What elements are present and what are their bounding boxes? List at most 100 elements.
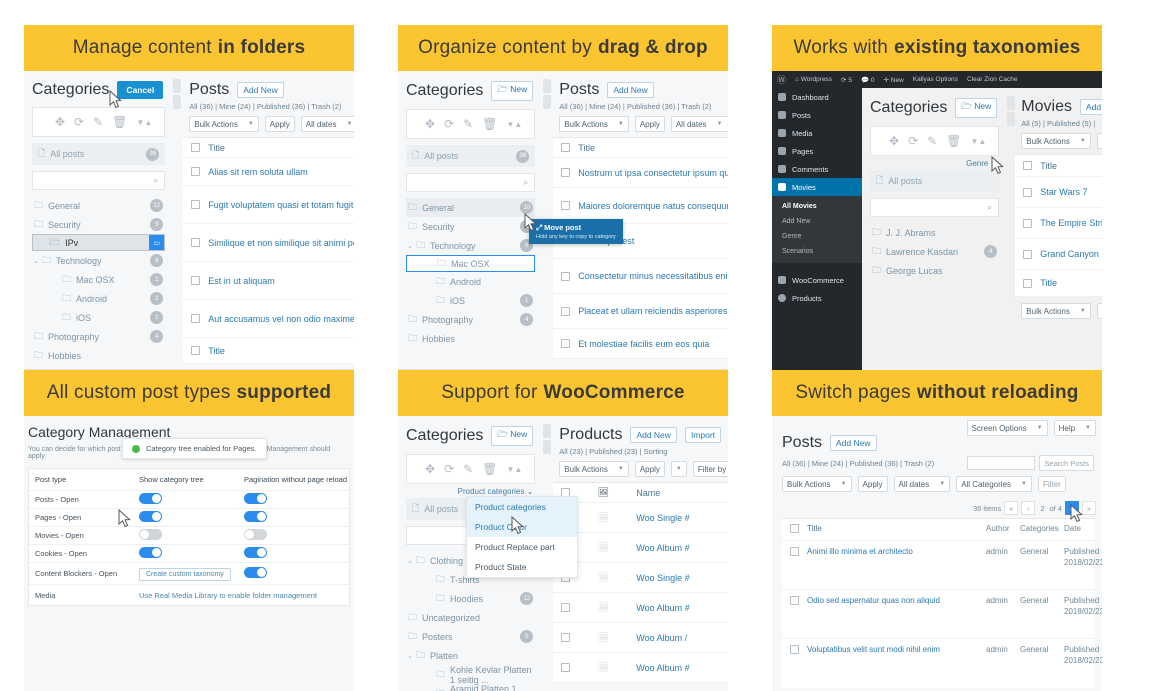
post-title-link[interactable]: Fugit voluptatem quasi et totam fugit (208, 200, 353, 210)
table-row[interactable]: Similique et non similique sit animi per… (183, 224, 354, 262)
row-checkbox[interactable] (191, 238, 201, 247)
movie-title-link[interactable]: Star Wars 7 (1040, 187, 1087, 197)
movie-title-link[interactable]: The Empire Stri (1040, 218, 1102, 228)
import-button[interactable]: Import (684, 427, 722, 443)
select-all-checkbox[interactable] (790, 524, 799, 533)
tree-item[interactable]: 🗀 Posters 5 (406, 627, 535, 646)
extra-select[interactable]: ▼ (670, 461, 687, 477)
all-dates-select[interactable]: All dates ▼ (670, 116, 728, 132)
column-author[interactable]: Author (986, 524, 1020, 535)
table-row[interactable]: 🖼 Woo Album # (553, 593, 728, 623)
row-checkbox[interactable] (561, 633, 571, 642)
post-author[interactable]: admin (986, 596, 1020, 632)
row-checkbox[interactable] (191, 276, 201, 285)
table-row[interactable]: Et molestiae facilis eum eos quia (553, 329, 728, 359)
delete-icon[interactable]: 🗑 (112, 115, 127, 129)
show-tree-toggle[interactable] (139, 547, 162, 558)
add-new-button[interactable]: Add New (830, 435, 877, 451)
page-number[interactable]: 2 (1038, 504, 1046, 513)
delete-icon[interactable]: 🗑 (482, 117, 497, 131)
post-category[interactable]: General (1020, 547, 1064, 583)
sidebar-item-media[interactable]: Media (772, 124, 862, 142)
tree-item-editing[interactable]: 🗁 IPv ▭ (32, 234, 166, 251)
apply-button[interactable]: A (1096, 133, 1102, 149)
apply-button[interactable]: Apply (264, 116, 295, 132)
pane-resizer[interactable] (173, 79, 182, 109)
tree-item[interactable]: 🗀 Kohle Kevlar Platten 1 seitig ... (406, 665, 535, 685)
table-row[interactable]: 🖼 Woo Single # (553, 563, 728, 593)
edit-icon[interactable]: ✎ (927, 134, 937, 148)
show-tree-toggle[interactable] (139, 529, 162, 540)
post-title-link[interactable]: Odio sed aspernatur quas non aliquid (807, 596, 986, 632)
tree-item[interactable]: ⌄ 🗀 Technology 6 (406, 236, 535, 255)
refresh-icon[interactable]: ⟳ (74, 115, 84, 129)
column-title[interactable]: Title (807, 524, 986, 535)
product-name-link[interactable]: Woo Album # (636, 543, 689, 553)
column-title[interactable]: Title (1040, 161, 1057, 171)
tree-item-input-value[interactable]: IPv (65, 238, 78, 248)
table-row[interactable]: Fugit voluptatem quasi et totam fugit (183, 186, 354, 224)
post-title-link[interactable]: Aut accusamus vel non odio maxime qua (208, 314, 354, 324)
table-row[interactable]: Nostrum ut ipsa consectetur ipsum quia (553, 158, 728, 188)
table-row[interactable]: Voluptatibus velit sunt modi nihil enim … (782, 639, 1102, 688)
bulk-actions-select[interactable]: Bulk Actions ▼ (782, 476, 852, 492)
row-checkbox[interactable] (561, 603, 571, 612)
sidebar-item-woocommerce[interactable]: WooCommerce (772, 271, 862, 289)
apply-button-footer[interactable]: A (1096, 303, 1102, 319)
category-search-input[interactable]: ⌕ (406, 173, 536, 192)
post-author[interactable]: admin (986, 547, 1020, 583)
tree-item[interactable]: 🗀 Security 9 (32, 215, 165, 234)
dropdown-item-product-state[interactable]: Product State (467, 557, 577, 577)
row-checkbox[interactable] (790, 644, 799, 654)
tree-item[interactable]: 🗀 Hobbies (32, 346, 165, 365)
posts-status-links[interactable]: All (36) | Mine (24) | Published (36) | … (553, 102, 728, 116)
pagination-toggle[interactable] (244, 529, 267, 540)
bulk-actions-select[interactable]: Bulk Actions ▼ (559, 461, 629, 477)
first-page-button[interactable]: « (1004, 501, 1019, 515)
row-checkbox[interactable] (191, 314, 201, 323)
sidebar-item-dashboard[interactable]: Dashboard (772, 88, 862, 106)
select-all-checkbox[interactable] (561, 143, 571, 152)
post-title-link[interactable]: Et molestiae facilis eum eos quia (578, 339, 709, 349)
product-name-link[interactable]: Woo Single # (636, 573, 689, 583)
all-categories-select[interactable]: All Categories ▼ (956, 476, 1032, 492)
apply-button[interactable]: Apply (634, 461, 665, 477)
row-checkbox[interactable] (790, 546, 799, 556)
pane-resizer[interactable] (543, 424, 552, 454)
table-row[interactable]: Odio sed aspernatur quas non aliquid adm… (782, 590, 1102, 639)
column-title[interactable]: Title (208, 346, 225, 356)
table-row[interactable]: 🖼 Woo Album / (553, 623, 728, 653)
row-checkbox[interactable] (561, 306, 571, 316)
edit-icon[interactable]: ✎ (93, 115, 103, 129)
tree-item[interactable]: 🗀 Android 2 (32, 289, 165, 308)
table-row[interactable]: Aut accusamus vel non odio maxime qua (183, 300, 354, 338)
all-dates-select[interactable]: All dates ▼ (893, 476, 951, 492)
bulk-actions-select[interactable]: Bulk Actions ▼ (1021, 133, 1091, 149)
chevron-down-icon[interactable]: ⌄ (407, 242, 413, 250)
apply-button[interactable]: Apply (857, 476, 888, 492)
chevron-down-icon[interactable]: ⌄ (407, 557, 413, 565)
sort-icon[interactable]: ▼▲ (136, 118, 152, 127)
all-posts-item[interactable]: 🗋 All posts (870, 170, 1000, 192)
post-title-link[interactable]: Similique et non similique sit animi per… (208, 238, 354, 248)
row-checkbox[interactable] (1023, 249, 1033, 259)
movies-status-links[interactable]: All (5) | Published (5) | (1015, 119, 1102, 133)
updates-count[interactable]: ⟳ 5 (841, 76, 852, 84)
table-row[interactable]: Consectetur minus necessitatibus enim (553, 259, 728, 294)
pane-resizer[interactable] (1007, 96, 1016, 126)
row-checkbox[interactable] (1023, 187, 1033, 197)
refresh-icon[interactable]: ⟳ (444, 117, 454, 131)
edit-icon[interactable]: ✎ (463, 462, 473, 476)
column-name[interactable]: Name (636, 488, 660, 498)
column-date[interactable]: Date (1064, 524, 1094, 535)
move-icon[interactable]: ✥ (889, 134, 899, 148)
table-row[interactable]: 🖼 Woo Single # (553, 503, 728, 533)
tree-item[interactable]: 🗀 Uncategorized (406, 608, 535, 627)
new-category-button[interactable]: 🗁 New (955, 98, 998, 118)
post-title-link[interactable]: Est in ut aliquam (208, 276, 275, 286)
tree-item[interactable]: 🗀 iOS 1 (406, 291, 535, 310)
move-icon[interactable]: ✥ (425, 117, 435, 131)
sort-icon[interactable]: ▼▲ (506, 465, 522, 474)
post-title-link[interactable]: Alias sit rem soluta ullam (208, 167, 308, 177)
submenu-item-genre[interactable]: Genre (782, 229, 862, 244)
